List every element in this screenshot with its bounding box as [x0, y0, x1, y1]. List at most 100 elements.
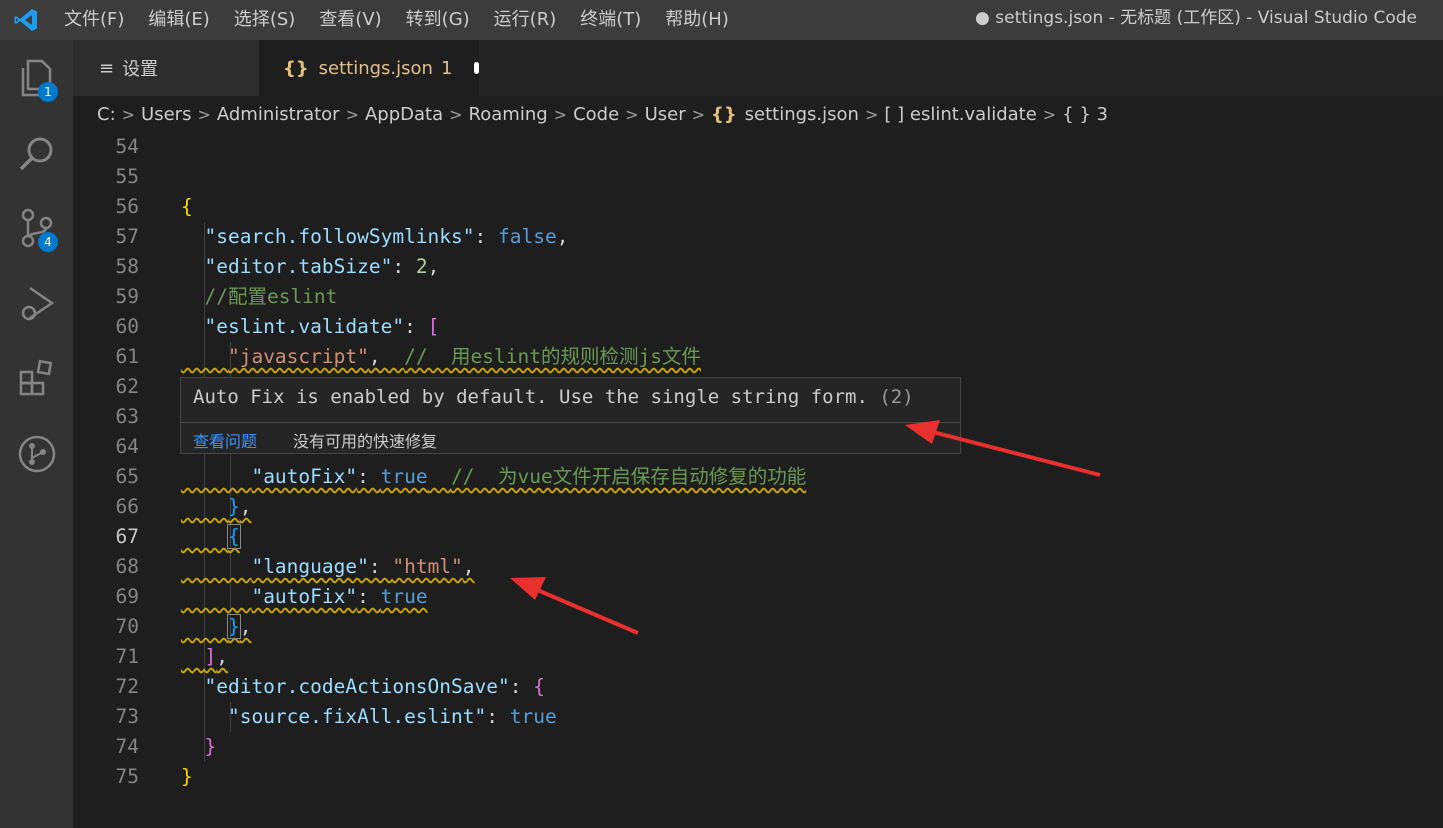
tab-bar: ≡ 设置 {} settings.json 1: [73, 40, 1443, 96]
code-line: 74 }: [73, 732, 1443, 762]
explorer-icon[interactable]: 1: [0, 48, 73, 108]
code-line: 56 {: [73, 192, 1443, 222]
code-line: 55: [73, 162, 1443, 192]
breadcrumb-item[interactable]: Roaming: [469, 104, 548, 125]
chevron-right-icon: >: [121, 104, 136, 124]
line-number: 72: [115, 675, 139, 698]
breadcrumb: C: > Users > Administrator > AppData > R…: [73, 96, 1443, 132]
json-key: "search.followSymlinks": [204, 225, 475, 248]
window-title: ● settings.json - 无标题 (工作区) - Visual Stu…: [975, 8, 1417, 28]
chevron-right-icon: >: [691, 104, 706, 124]
json-file-icon: {}: [283, 57, 309, 79]
menu-bar: 文件(F) 编辑(E) 选择(S) 查看(V) 转到(G) 运行(R) 终端(T…: [52, 0, 741, 40]
chevron-right-icon: >: [449, 104, 463, 124]
line-number: 58: [115, 255, 139, 278]
chevron-right-icon: >: [197, 104, 211, 124]
breadcrumb-symbol-object[interactable]: { } 3: [1062, 104, 1108, 125]
code-text: },: [227, 495, 252, 518]
no-quick-fix-label: 没有可用的快速修复: [293, 432, 438, 451]
code-line: 70 },: [73, 612, 1443, 642]
hover-problem-count: (2): [879, 386, 914, 408]
diagnostic-hover-widget: Auto Fix is enabled by default. Use the …: [180, 377, 961, 454]
json-value: true: [509, 705, 557, 728]
menu-file[interactable]: 文件(F): [52, 0, 136, 40]
code-line: 57 "search.followSymlinks": false,: [73, 222, 1443, 252]
code-text: }: [204, 735, 217, 758]
title-bar: 文件(F) 编辑(E) 选择(S) 查看(V) 转到(G) 运行(R) 终端(T…: [0, 0, 1443, 40]
tab-settings-json[interactable]: {} settings.json 1: [259, 40, 479, 96]
line-number: 66: [115, 495, 139, 518]
chevron-right-icon: >: [625, 104, 639, 124]
code-comment: //配置eslint: [204, 285, 338, 308]
line-number: 71: [115, 645, 139, 668]
menu-help[interactable]: 帮助(H): [653, 0, 741, 40]
unsaved-dot-icon[interactable]: [474, 62, 479, 74]
code-text: {: [226, 524, 241, 549]
view-problem-link[interactable]: 查看问题: [193, 428, 257, 452]
line-number: 55: [115, 165, 139, 188]
menu-go[interactable]: 转到(G): [394, 0, 482, 40]
line-number: 63: [115, 405, 139, 428]
extensions-icon[interactable]: [0, 348, 73, 408]
breadcrumb-item[interactable]: AppData: [365, 104, 443, 125]
menu-run[interactable]: 运行(R): [482, 0, 569, 40]
code-line: 71 ],: [73, 642, 1443, 672]
explorer-badge: 1: [38, 82, 58, 102]
code-line: 68 "language": "html",: [73, 552, 1443, 582]
tab-settings-json-label: settings.json: [318, 57, 433, 79]
tab-problem-count: 1: [440, 57, 453, 79]
breadcrumb-item[interactable]: Users: [141, 104, 191, 125]
activity-bar: 1 4: [0, 40, 73, 828]
hover-message: Auto Fix is enabled by default. Use the …: [193, 386, 914, 408]
json-key: "editor.codeActionsOnSave": [204, 675, 510, 698]
json-key: "eslint.validate": [204, 315, 405, 338]
vscode-logo-icon: [0, 0, 52, 40]
code-text: "javascript", // 用eslint的规则检测js文件: [227, 345, 701, 368]
code-line: 61 "javascript", // 用eslint的规则检测js文件: [73, 342, 1443, 372]
search-icon[interactable]: [0, 124, 73, 184]
menu-view[interactable]: 查看(V): [307, 0, 393, 40]
code-editor[interactable]: 54 55 56 { 57 "search.followSymlinks": fa…: [73, 132, 1443, 828]
line-number: 69: [115, 585, 139, 608]
code-line: 60 "eslint.validate": [: [73, 312, 1443, 342]
scm-badge: 4: [38, 232, 58, 252]
breadcrumb-item[interactable]: Code: [573, 104, 619, 125]
code-text: "eslint.validate": [: [204, 315, 440, 338]
code-text: "source.fixAll.eslint": true: [227, 705, 557, 728]
code-text: "search.followSymlinks": false,: [204, 225, 569, 248]
menu-selection[interactable]: 选择(S): [222, 0, 307, 40]
code-line: 75}: [73, 762, 1443, 792]
code-text: }: [181, 765, 193, 788]
json-string: "html": [392, 555, 463, 578]
line-number: 61: [115, 345, 139, 368]
breadcrumb-symbol-array[interactable]: [ ] eslint.validate: [884, 104, 1036, 125]
breadcrumb-drive[interactable]: C:: [97, 104, 116, 125]
code-text: "autoFix": true: [251, 585, 428, 608]
menu-edit[interactable]: 编辑(E): [136, 0, 221, 40]
code-line: 59 //配置eslint: [73, 282, 1443, 312]
tab-settings[interactable]: ≡ 设置: [73, 40, 259, 96]
breadcrumb-file[interactable]: settings.json: [745, 104, 859, 125]
breadcrumb-item[interactable]: Administrator: [217, 104, 340, 125]
json-key: "source.fixAll.eslint": [227, 705, 487, 728]
json-value: false: [498, 225, 557, 248]
json-string: "javascript": [227, 345, 369, 368]
json-key: "editor.tabSize": [204, 255, 393, 278]
code-text: {: [181, 195, 193, 218]
menu-terminal[interactable]: 终端(T): [568, 0, 653, 40]
git-graph-icon[interactable]: [0, 424, 73, 484]
code-line: 58 "editor.tabSize": 2,: [73, 252, 1443, 282]
code-text: //配置eslint: [181, 282, 337, 312]
line-number: 57: [115, 225, 139, 248]
run-debug-icon[interactable]: [0, 274, 73, 334]
code-comment: // 用eslint的规则检测js文件: [404, 345, 701, 368]
code-text: },: [226, 614, 252, 639]
line-number: 73: [115, 705, 139, 728]
source-control-icon[interactable]: 4: [0, 198, 73, 258]
breadcrumb-item[interactable]: User: [645, 104, 686, 125]
json-key: "autoFix": [251, 585, 358, 608]
line-number: 67: [115, 525, 139, 548]
code-line: 66 },: [73, 492, 1443, 522]
json-key: "autoFix": [251, 465, 358, 488]
code-line: 67 {: [73, 522, 1443, 552]
